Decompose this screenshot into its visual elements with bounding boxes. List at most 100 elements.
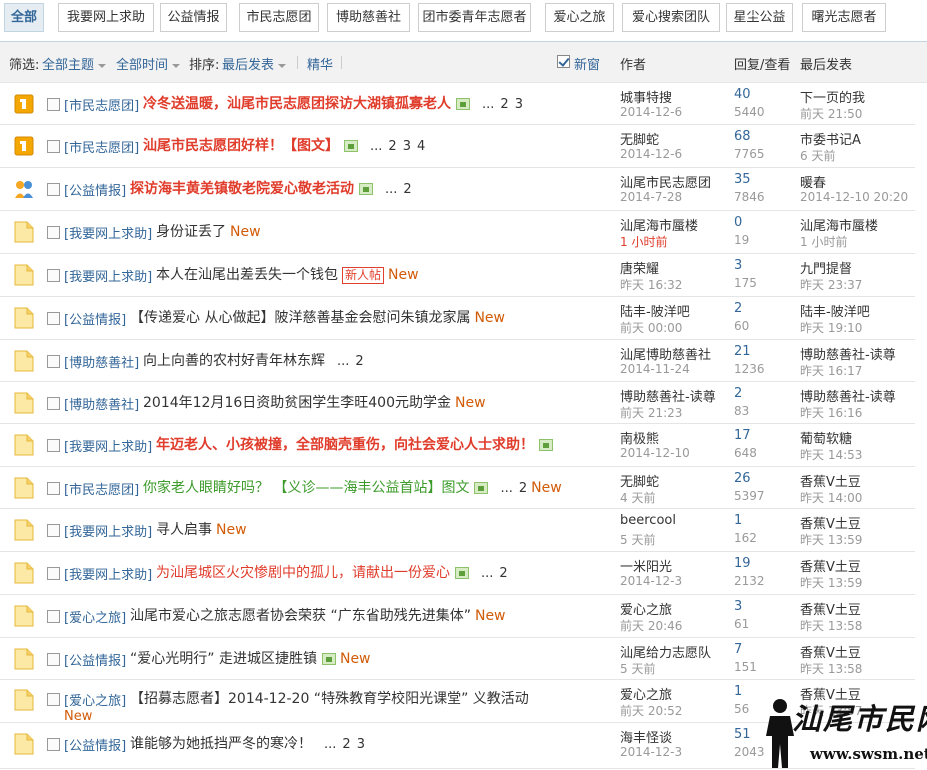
reply-count-link[interactable]: 7: [734, 642, 742, 657]
last-post-time-link[interactable]: 昨天 13:59: [800, 574, 862, 591]
thread-author-link[interactable]: 汕尾市民志愿团: [620, 172, 711, 191]
reply-count-link[interactable]: 19: [734, 556, 751, 571]
last-post-time-link[interactable]: 6 天前: [800, 147, 835, 164]
last-poster-link[interactable]: 暖春: [800, 172, 826, 191]
last-poster-link[interactable]: 市委书记A: [800, 129, 861, 148]
thread-folder-icon[interactable]: [14, 307, 34, 329]
reply-count-link[interactable]: 1: [734, 684, 742, 699]
last-poster-link[interactable]: 陆丰-陂洋吧: [800, 301, 870, 320]
thread-author-link[interactable]: 城事特搜: [620, 87, 672, 106]
thread-title-link[interactable]: 探访海丰黄羌镇敬老院爱心敬老活动: [130, 181, 354, 197]
last-poster-link[interactable]: 香蕉V土豆: [800, 642, 861, 661]
reply-count-link[interactable]: 68: [734, 129, 751, 144]
page-link[interactable]: 2: [403, 182, 411, 197]
thread-author-link[interactable]: 爱心之旅: [620, 684, 672, 703]
thread-select-checkbox[interactable]: [47, 524, 60, 537]
last-post-time-link[interactable]: 昨天 19:10: [800, 319, 862, 336]
thread-author-link[interactable]: 唐荣耀: [620, 258, 659, 277]
thread-author-link[interactable]: 一米阳光: [620, 556, 672, 575]
thread-category-link[interactable]: [公益情报]: [64, 650, 126, 669]
thread-author-link[interactable]: 爱心之旅: [620, 599, 672, 618]
thread-title-link[interactable]: 汕尾市民志愿团好样！【图文】: [143, 138, 339, 154]
thread-folder-icon[interactable]: [14, 264, 34, 286]
reply-count-link[interactable]: 51: [734, 727, 751, 742]
last-post-time-link[interactable]: 昨天 14:53: [800, 446, 862, 463]
thread-category-link[interactable]: [爱心之旅]: [64, 607, 126, 626]
page-link[interactable]: 3: [515, 97, 523, 112]
reply-count-link[interactable]: 21: [734, 344, 751, 359]
tab-4[interactable]: 博助慈善社: [327, 3, 410, 32]
thread-select-checkbox[interactable]: [47, 98, 60, 111]
thread-author-link[interactable]: 无脚蛇: [620, 129, 659, 148]
page-link[interactable]: 2: [519, 481, 527, 496]
thread-title-link[interactable]: 年迈老人、小孩被撞，全部脑壳重伤，向社会爱心人士求助！: [156, 437, 534, 453]
thread-folder-icon[interactable]: [14, 733, 34, 755]
thread-select-checkbox[interactable]: [47, 183, 60, 196]
last-poster-link[interactable]: 香蕉V土豆: [800, 471, 861, 490]
page-link[interactable]: 2: [500, 97, 508, 112]
page-link[interactable]: 2: [355, 354, 363, 369]
thread-select-checkbox[interactable]: [47, 397, 60, 410]
thread-folder-icon[interactable]: [14, 689, 34, 711]
reply-count-link[interactable]: 2: [734, 301, 742, 316]
tab-7[interactable]: 爱心搜索团队: [622, 3, 720, 32]
thread-title-link[interactable]: 寻人启事: [156, 522, 212, 538]
thread-title-link[interactable]: 2014年12月16日资助贫困学生李旺400元助学金: [143, 395, 451, 411]
reply-count-link[interactable]: 3: [734, 258, 742, 273]
reply-count-link[interactable]: 0: [734, 215, 742, 230]
thread-author-link[interactable]: 博助慈善社-读尊: [620, 386, 716, 405]
last-poster-link[interactable]: 下一页的我: [800, 87, 865, 106]
tab-5[interactable]: 团市委青年志愿者: [418, 3, 531, 32]
last-poster-link[interactable]: 博助慈善社-读尊: [800, 344, 896, 363]
new-window-checkbox[interactable]: [557, 55, 570, 68]
thread-title-link[interactable]: “爱心光明行” 走进城区捷胜镇: [130, 651, 317, 667]
hot-thread-icon[interactable]: [14, 178, 34, 200]
last-post-time-link[interactable]: 前天 21:50: [800, 105, 862, 122]
page-link[interactable]: 2: [342, 737, 350, 752]
thread-author-link[interactable]: 汕尾海市蜃楼: [620, 215, 698, 234]
last-post-time-link[interactable]: 昨天 23:37: [800, 276, 862, 293]
last-poster-link[interactable]: 香蕉V土豆: [800, 513, 861, 532]
tab-8[interactable]: 星尘公益: [726, 3, 793, 32]
thread-title-link[interactable]: 向上向善的农村好青年林东辉: [143, 353, 325, 369]
thread-author-link[interactable]: 陆丰-陂洋吧: [620, 301, 690, 320]
last-post-time-link[interactable]: 昨天 14:00: [800, 489, 862, 506]
reply-count-link[interactable]: 1: [734, 513, 742, 528]
tab-6[interactable]: 爱心之旅: [545, 3, 614, 32]
tab-0[interactable]: 全部: [4, 3, 44, 32]
last-poster-link[interactable]: 九門提督: [800, 258, 852, 277]
thread-category-link[interactable]: [公益情报]: [64, 180, 126, 199]
thread-folder-icon[interactable]: [14, 434, 34, 456]
last-poster-link[interactable]: 香蕉V土豆: [800, 556, 861, 575]
thread-category-link[interactable]: [我要网上求助]: [64, 266, 152, 285]
thread-folder-icon[interactable]: [14, 221, 34, 243]
thread-folder-icon[interactable]: [14, 350, 34, 372]
thread-category-link[interactable]: [我要网上求助]: [64, 223, 152, 242]
thread-category-link[interactable]: [爱心之旅]: [64, 690, 126, 709]
thread-select-checkbox[interactable]: [47, 653, 60, 666]
thread-title-link[interactable]: 【传递爱心 从心做起】陂洋慈善基金会慰问朱镇龙家属: [130, 310, 470, 326]
thread-category-link[interactable]: [公益情报]: [64, 309, 126, 328]
thread-folder-icon[interactable]: [14, 392, 34, 414]
thread-select-checkbox[interactable]: [47, 355, 60, 368]
thread-category-link[interactable]: [公益情报]: [64, 735, 126, 754]
thread-select-checkbox[interactable]: [47, 567, 60, 580]
column-header-last-post[interactable]: 最后发表: [800, 54, 852, 73]
thread-category-link[interactable]: [我要网上求助]: [64, 564, 152, 583]
thread-select-checkbox[interactable]: [47, 226, 60, 239]
thread-category-link[interactable]: [市民志愿团]: [64, 479, 139, 498]
pinned-thread-icon[interactable]: [14, 93, 34, 115]
tab-1[interactable]: 我要网上求助: [58, 3, 154, 32]
page-link[interactable]: 2: [499, 566, 507, 581]
thread-category-link[interactable]: [市民志愿团]: [64, 95, 139, 114]
thread-title-link[interactable]: 【招募志愿者】2014-12-20 “特殊教育学校阳光课堂” 义教活动: [130, 691, 529, 707]
last-post-time-link[interactable]: 昨天 13:59: [800, 531, 862, 548]
tab-3[interactable]: 市民志愿团: [239, 3, 319, 32]
pinned-thread-icon[interactable]: [14, 135, 34, 157]
sort-dropdown[interactable]: 最后发表: [222, 54, 287, 73]
thread-category-link[interactable]: [博助慈善社]: [64, 352, 139, 371]
last-post-time-link[interactable]: 昨天 13:58: [800, 660, 862, 677]
last-poster-link[interactable]: 葡萄软糖: [800, 428, 852, 447]
filter-topics-dropdown[interactable]: 全部主题: [42, 54, 107, 73]
tab-9[interactable]: 曙光志愿者: [802, 3, 886, 32]
